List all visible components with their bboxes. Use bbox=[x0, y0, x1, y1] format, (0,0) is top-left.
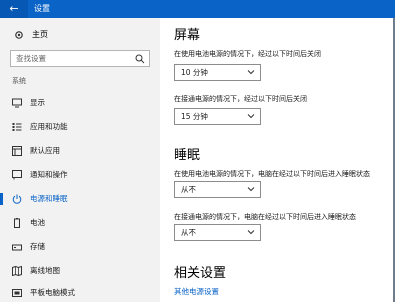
home-nav-item[interactable]: 主页 bbox=[14, 28, 48, 42]
section-label: 系统 bbox=[12, 77, 26, 85]
sidebar-item-label: 应用和功能 bbox=[30, 122, 68, 131]
search-input[interactable] bbox=[11, 51, 131, 66]
back-arrow-icon: ← bbox=[9, 2, 19, 15]
chevron-down-icon bbox=[247, 70, 255, 75]
additional-power-settings-link[interactable]: 其他电源设置 bbox=[174, 286, 219, 297]
title-bar: ← 设置 bbox=[0, 0, 395, 18]
sidebar-item-tablet-mode[interactable]: 平板电脑模式 bbox=[0, 282, 160, 302]
sidebar-item-label: 电池 bbox=[30, 218, 45, 227]
home-label: 主页 bbox=[32, 30, 48, 39]
default-apps-icon bbox=[12, 146, 22, 156]
app-list-icon bbox=[12, 123, 22, 131]
sidebar-item-display[interactable]: 显示 bbox=[0, 92, 160, 114]
sleep-plugged-label: 在接通电源的情况下，电脑在经过以下时间后进入睡眠状态 bbox=[174, 213, 356, 221]
screen-battery-label: 在使用电池电源的情况下，经过以下时间后关闭 bbox=[174, 50, 321, 58]
related-settings-heading: 相关设置 bbox=[174, 266, 227, 281]
screen-plugged-label: 在接通电源的情况下，经过以下时间后关闭 bbox=[174, 95, 307, 103]
notifications-icon bbox=[12, 170, 22, 180]
sidebar-item-storage[interactable]: 存储 bbox=[0, 236, 160, 258]
gear-icon bbox=[15, 31, 23, 39]
offline-maps-icon bbox=[12, 266, 22, 276]
dropdown-value: 从不 bbox=[181, 228, 196, 237]
sleep-battery-dropdown[interactable]: 从不 bbox=[174, 181, 261, 198]
sidebar-item-label: 通知和操作 bbox=[30, 170, 68, 179]
sidebar-item-default-apps[interactable]: 默认应用 bbox=[0, 140, 160, 162]
monitor-icon bbox=[12, 98, 22, 108]
sidebar-item-offline-maps[interactable]: 离线地图 bbox=[0, 260, 160, 282]
sidebar-item-notifications[interactable]: 通知和操作 bbox=[0, 164, 160, 186]
sidebar-item-battery[interactable]: 电池 bbox=[0, 212, 160, 234]
sidebar-item-label: 默认应用 bbox=[30, 146, 60, 155]
power-icon bbox=[12, 194, 22, 204]
battery-icon bbox=[14, 218, 20, 228]
main-panel: 屏幕 在使用电池电源的情况下，经过以下时间后关闭 10 分钟 在接通电源的情况下… bbox=[160, 18, 393, 302]
screen-plugged-dropdown[interactable]: 15 分钟 bbox=[174, 108, 261, 125]
chevron-down-icon bbox=[247, 230, 255, 235]
storage-icon bbox=[12, 244, 22, 251]
dropdown-value: 15 分钟 bbox=[181, 112, 208, 121]
tablet-mode-icon bbox=[12, 289, 22, 297]
search-box[interactable] bbox=[10, 50, 150, 67]
sidebar: 主页 系统 显示 应用和功能 默认应用 bbox=[0, 18, 160, 302]
sidebar-item-label: 电源和睡眠 bbox=[30, 194, 68, 203]
sidebar-item-label: 显示 bbox=[30, 98, 45, 107]
sidebar-item-label: 离线地图 bbox=[30, 266, 60, 275]
sleep-heading: 睡眠 bbox=[174, 148, 201, 163]
sleep-battery-label: 在使用电池电源的情况下，电脑在经过以下时间后进入睡眠状态 bbox=[174, 170, 370, 178]
dropdown-value: 从不 bbox=[181, 185, 196, 194]
back-button[interactable]: ← bbox=[0, 0, 28, 18]
sleep-plugged-dropdown[interactable]: 从不 bbox=[174, 224, 261, 241]
sidebar-item-apps-features[interactable]: 应用和功能 bbox=[0, 116, 160, 138]
sidebar-item-label: 存储 bbox=[30, 242, 45, 251]
chevron-down-icon bbox=[247, 187, 255, 192]
sidebar-item-label: 平板电脑模式 bbox=[30, 288, 75, 297]
search-icon[interactable] bbox=[135, 54, 145, 64]
active-indicator bbox=[0, 193, 3, 205]
dropdown-value: 10 分钟 bbox=[181, 68, 208, 77]
sidebar-item-power-sleep[interactable]: 电源和睡眠 bbox=[0, 188, 160, 210]
window-title: 设置 bbox=[34, 4, 50, 13]
chevron-down-icon bbox=[247, 114, 255, 119]
screen-battery-dropdown[interactable]: 10 分钟 bbox=[174, 64, 261, 81]
screen-heading: 屏幕 bbox=[174, 28, 201, 43]
